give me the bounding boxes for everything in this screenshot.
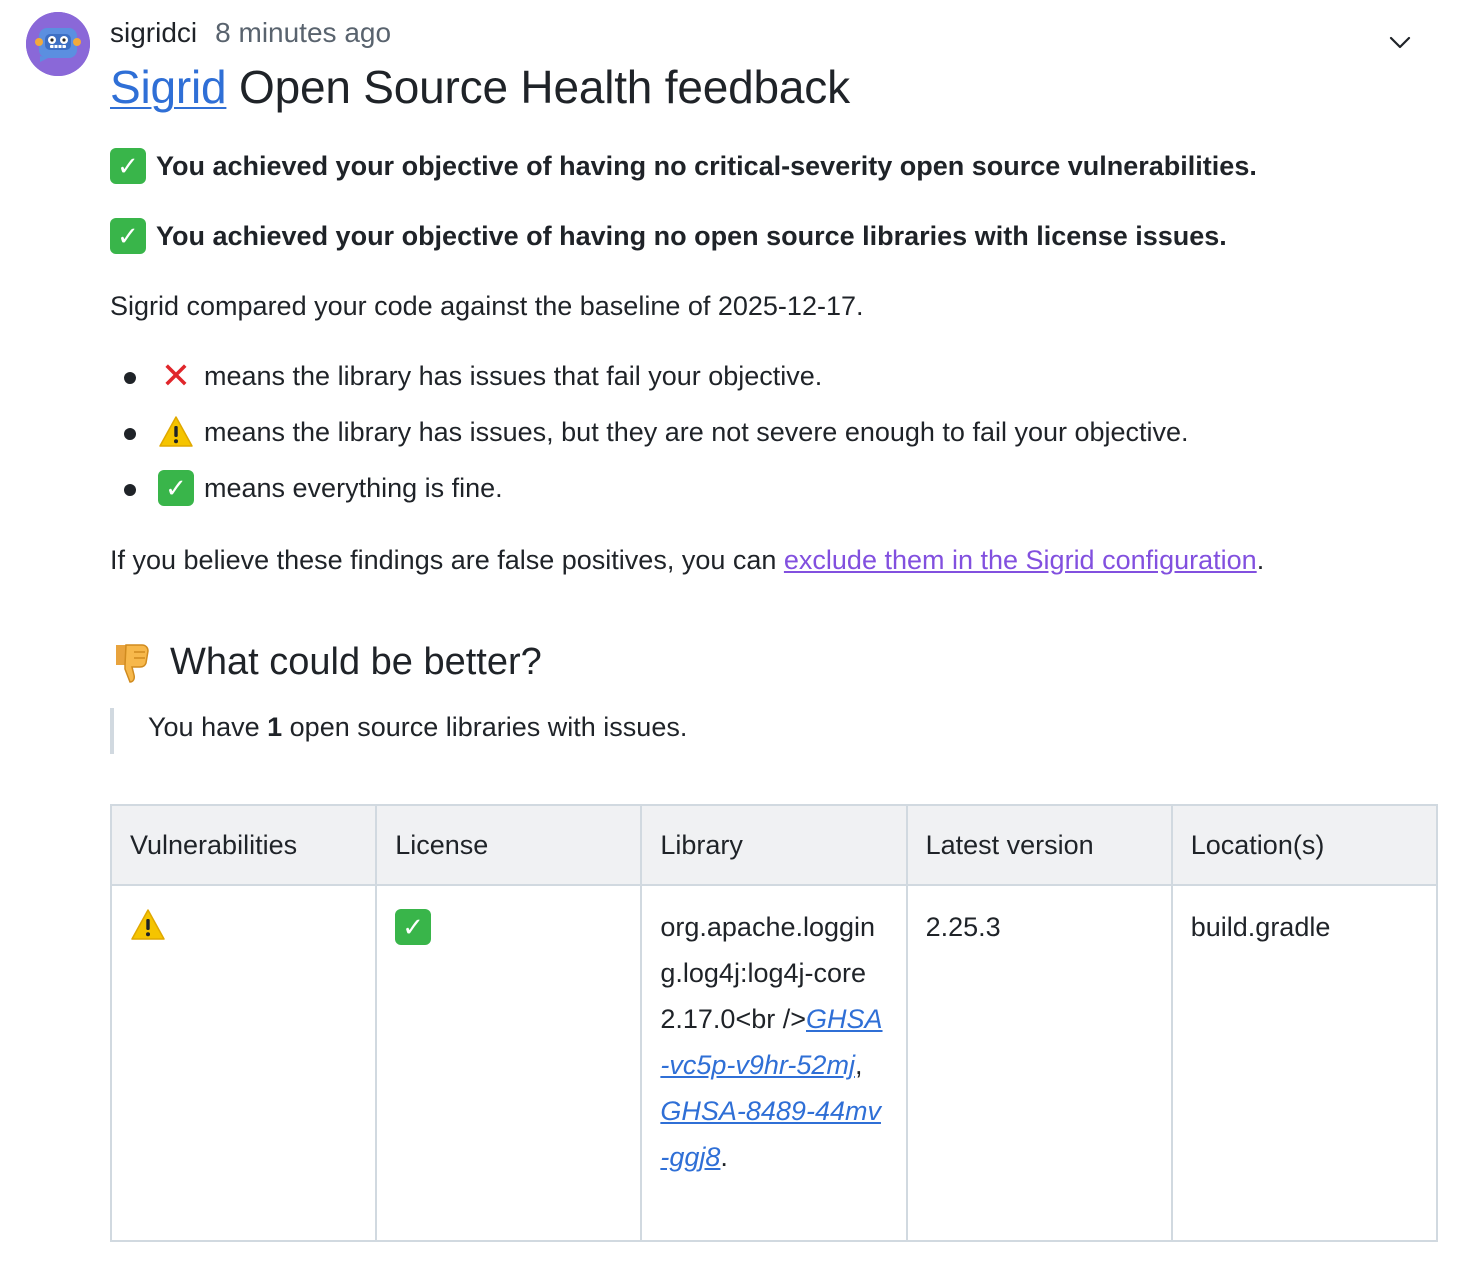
table-header-row: Vulnerabilities License Library Latest v… — [109, 804, 1439, 886]
library-cell: org.apache.logging.log4j:log4j-core 2.17… — [640, 884, 908, 1242]
comment-timestamp[interactable]: 8 minutes ago — [215, 17, 391, 49]
column-header-vulnerabilities: Vulnerabilities — [109, 804, 378, 886]
legend-item-warning: means the library has issues, but they a… — [158, 412, 1189, 452]
summary-quote: You have 1 open source libraries with is… — [148, 712, 687, 743]
chevron-down-icon — [1389, 36, 1411, 49]
legend-item-ok: ✓ means everything is fine. — [158, 468, 503, 508]
advisory-separator: , — [854, 1050, 863, 1080]
summary-text-end: open source libraries with issues. — [282, 712, 688, 742]
summary-count: 1 — [267, 712, 283, 742]
summary-text: You have — [148, 712, 268, 742]
sigrid-link[interactable]: Sigrid — [110, 61, 227, 113]
list-bullet — [124, 372, 136, 384]
section-heading: What could be better? — [110, 636, 542, 688]
baseline-text: Sigrid compared your code against the ba… — [110, 290, 864, 321]
column-header-latest-version: Latest version — [905, 804, 1173, 886]
title-text: Open Source Health feedback — [226, 61, 850, 113]
false-positive-end: . — [1256, 544, 1265, 575]
findings-table: Vulnerabilities License Library Latest v… — [109, 804, 1439, 1242]
legend-text: means the library has issues that fail y… — [204, 360, 823, 391]
objective-text: You achieved your objective of having no… — [156, 150, 1257, 181]
thumbs-down-icon — [110, 639, 156, 685]
blockquote-bar — [110, 708, 114, 754]
false-positive-text: If you believe these findings are false … — [110, 544, 784, 575]
robot-avatar-icon — [26, 12, 90, 76]
legend-item-fail: ✕ means the library has issues that fail… — [158, 356, 822, 396]
objective-vulnerabilities: ✓ You achieved your objective of having … — [110, 146, 1257, 186]
list-bullet — [124, 428, 136, 440]
vulnerabilities-cell — [109, 884, 378, 1242]
location-cell: build.gradle — [1170, 884, 1439, 1242]
column-header-library: Library — [640, 804, 908, 886]
list-bullet — [124, 484, 136, 496]
false-positive-note: If you believe these findings are false … — [110, 540, 1264, 580]
sigrid-configuration-link[interactable]: exclude them in the Sigrid configuration — [784, 545, 1257, 576]
column-header-license: License — [375, 804, 643, 886]
latest-version-cell: 2.25.3 — [905, 884, 1173, 1242]
objective-text: You achieved your objective of having no… — [156, 220, 1227, 251]
legend-text: means the library has issues, but they a… — [204, 416, 1189, 447]
license-cell: ✓ — [375, 884, 643, 1242]
warning-icon — [130, 908, 166, 956]
objective-license: ✓ You achieved your objective of having … — [110, 216, 1227, 256]
check-mark-icon: ✓ — [395, 909, 432, 945]
warning-icon — [158, 414, 194, 450]
comment-title: Sigrid Open Source Health feedback — [110, 60, 850, 120]
comment-author[interactable]: sigridci — [110, 17, 197, 49]
check-mark-icon: ✓ — [158, 470, 194, 506]
section-heading-text: What could be better? — [170, 640, 542, 683]
advisory-link[interactable]: GHSA-8489-44mv-ggj8 — [660, 1096, 881, 1172]
avatar[interactable] — [26, 12, 90, 76]
comment-header: sigridci 8 minutes ago — [110, 14, 391, 52]
comment-menu-button[interactable] — [1380, 28, 1420, 58]
legend-text: means everything is fine. — [204, 472, 503, 503]
table-row: ✓ org.apache.logging.log4j:log4j-core 2.… — [109, 884, 1439, 1242]
check-mark-icon: ✓ — [110, 218, 146, 254]
column-header-locations: Location(s) — [1170, 804, 1439, 886]
cross-mark-icon: ✕ — [160, 355, 192, 396]
library-end: . — [720, 1142, 728, 1172]
check-mark-icon: ✓ — [110, 148, 146, 184]
